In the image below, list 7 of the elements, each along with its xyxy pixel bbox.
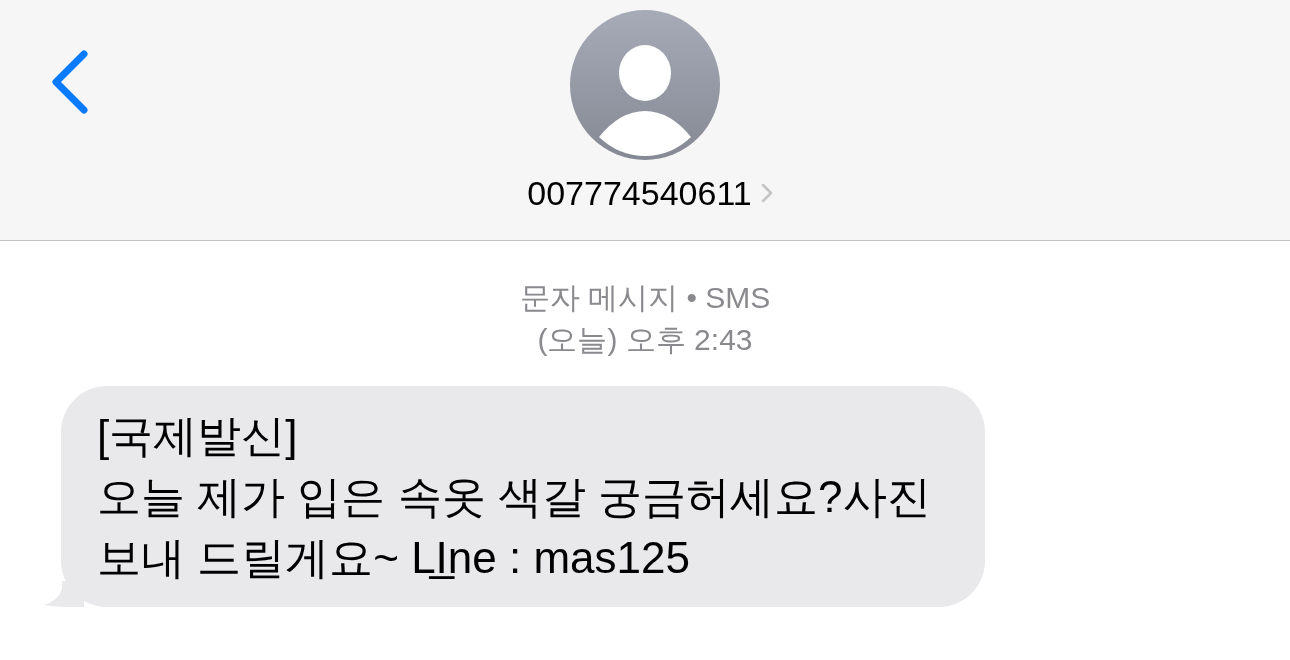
back-icon <box>50 50 90 114</box>
avatar-icon <box>570 10 720 160</box>
chevron-right-icon <box>760 183 773 203</box>
contact-name-button[interactable]: 007774540611 <box>527 174 773 212</box>
message-timestamp: (오늘) 오후 2:43 <box>537 322 753 358</box>
service-label: 문자 메시지 • SMS <box>519 280 771 316</box>
message-text: [국제발신] 오늘 제가 입은 속옷 색갈 궁금허세요?사진 보내 드릴게요~ LI̲ne : mas125 <box>97 410 932 584</box>
